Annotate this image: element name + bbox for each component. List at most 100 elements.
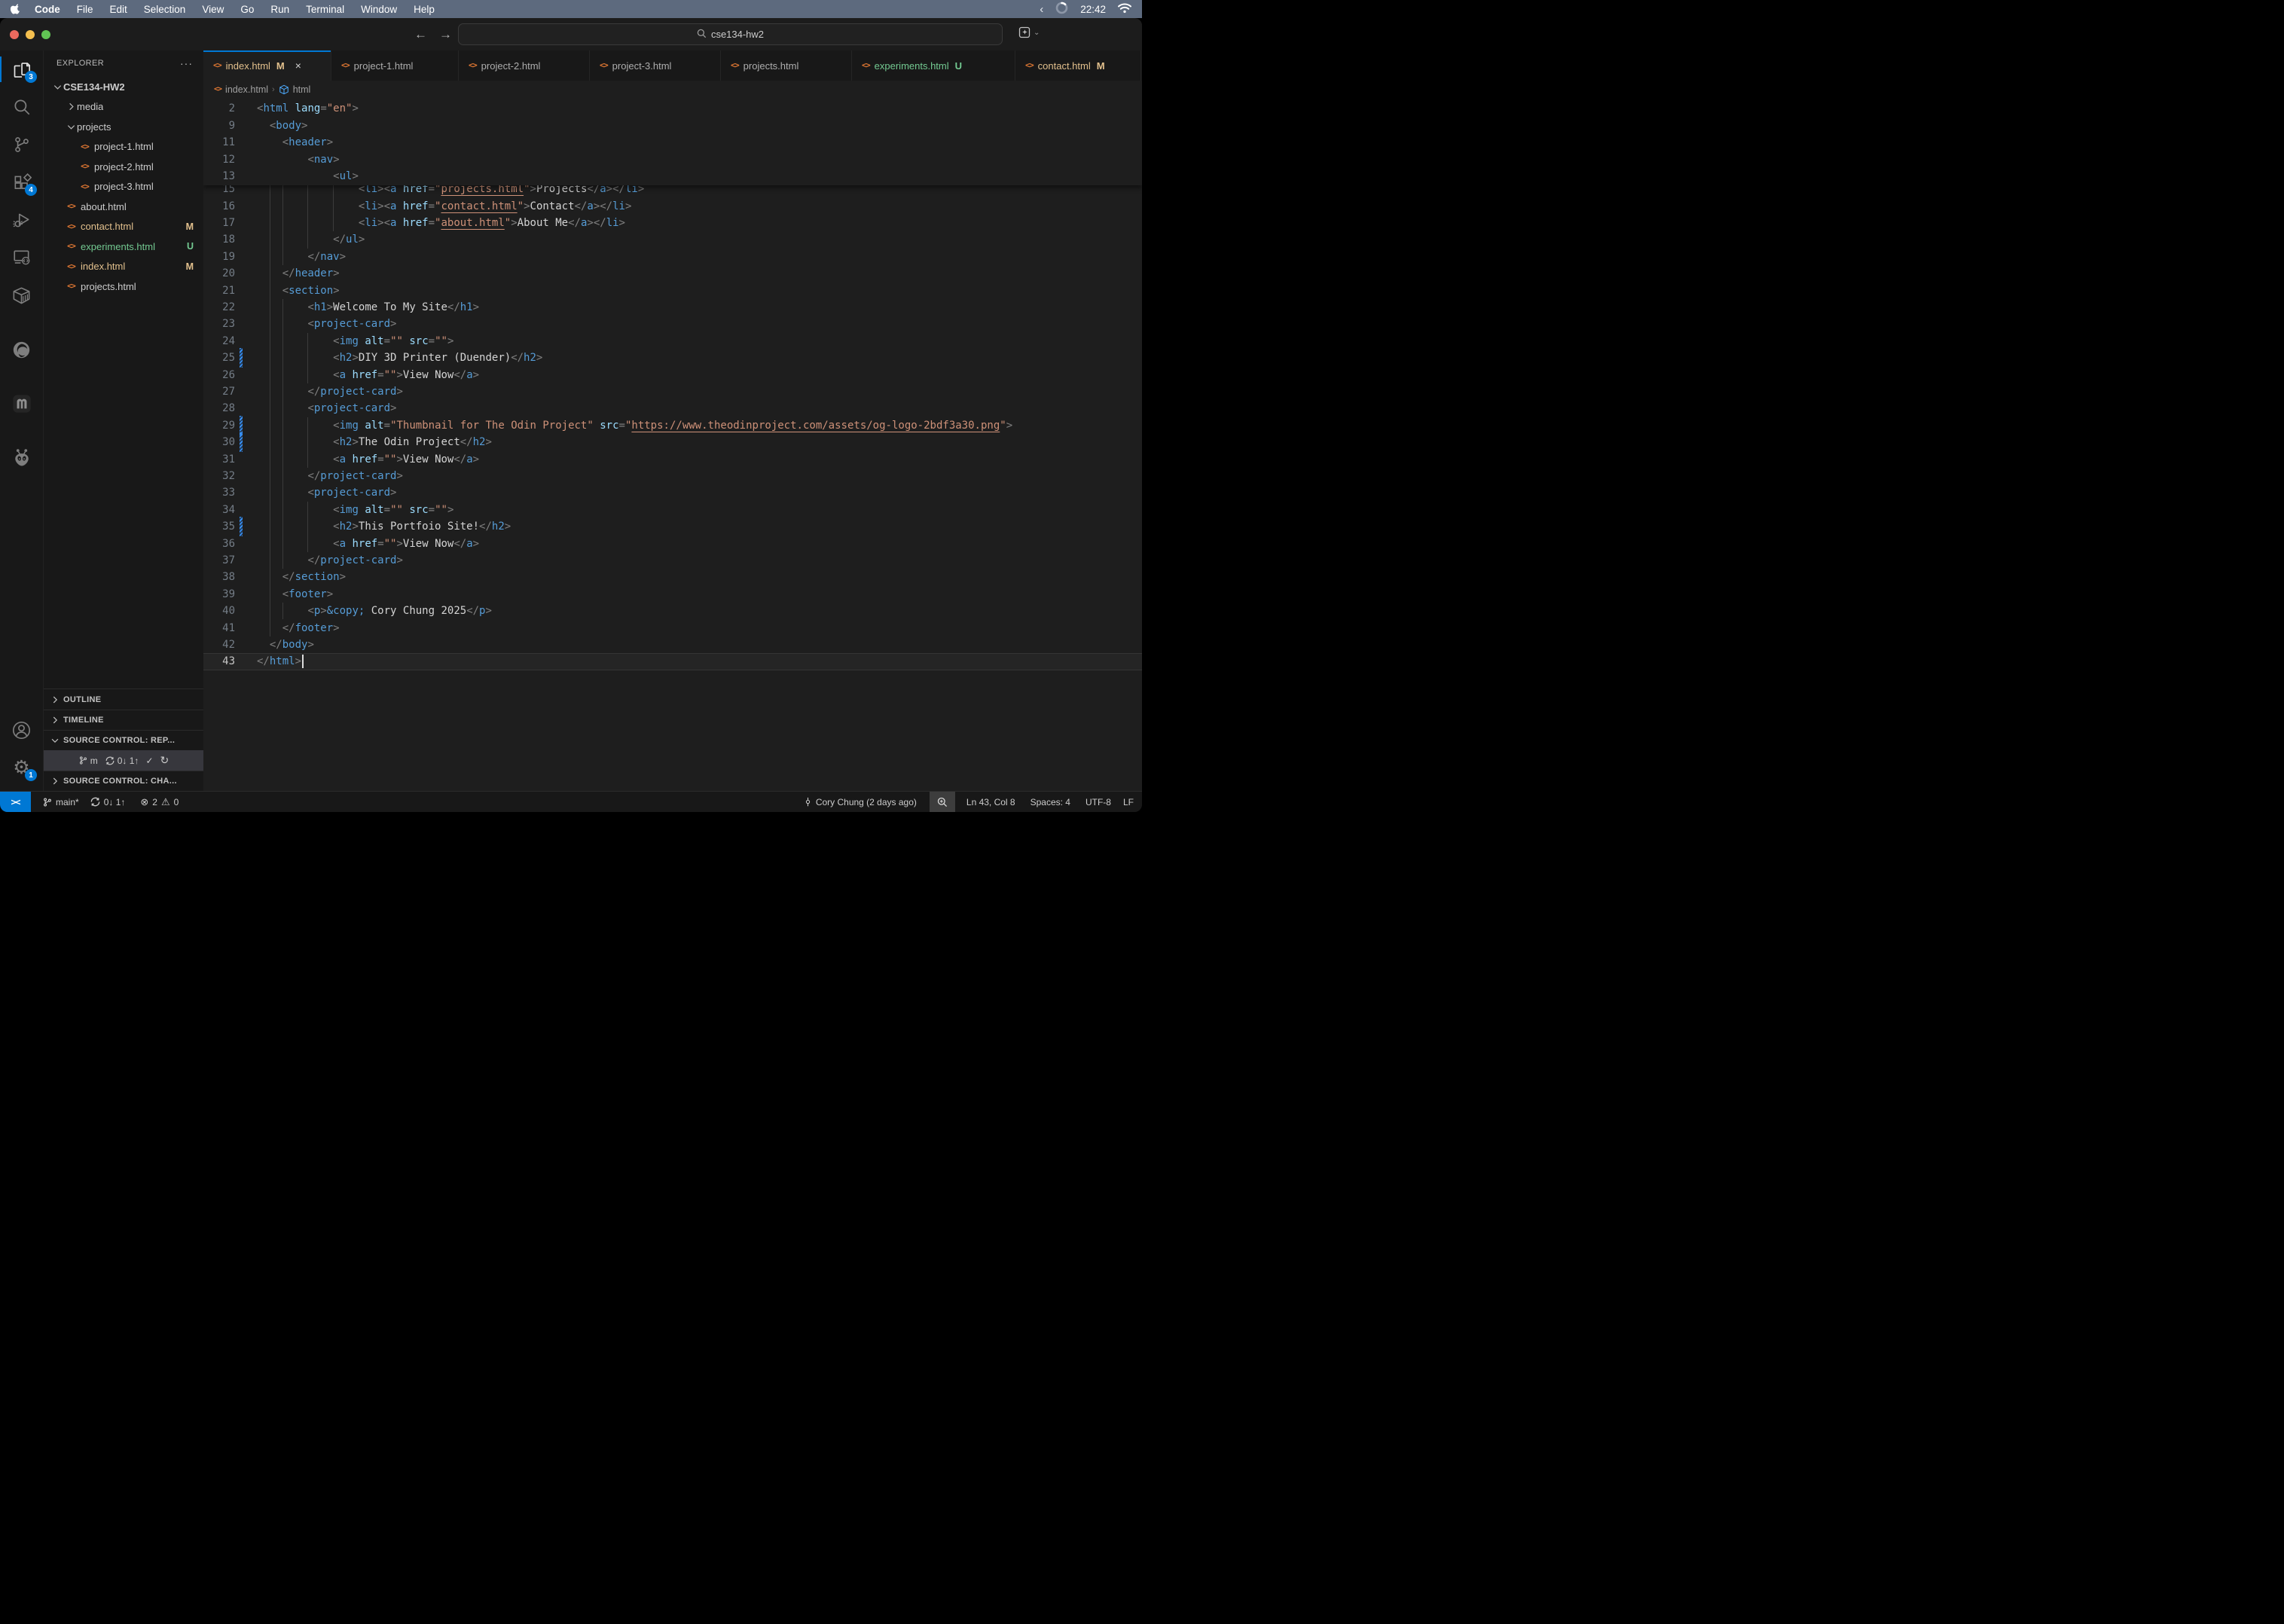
breadcrumb-file[interactable]: index.html [225, 84, 268, 95]
refresh-icon[interactable]: ↻ [160, 754, 169, 767]
explorer-activity-button[interactable]: 3 [0, 50, 43, 88]
edge-tools-activity-button[interactable] [0, 331, 43, 368]
tree-folder-media[interactable]: media [44, 97, 203, 118]
outline-section-header[interactable]: OUTLINE [44, 689, 203, 710]
sticky-line-11[interactable]: 11 <header> [203, 134, 1142, 151]
menu-item-view[interactable]: View [194, 4, 232, 15]
zoom-status-item[interactable] [930, 792, 955, 812]
bot-extension-activity-button[interactable] [0, 439, 43, 477]
tree-file-contact.html[interactable]: <>contact.htmlM [44, 217, 203, 237]
menubar-chevron-icon[interactable]: ‹ [1040, 3, 1043, 16]
code-line-33[interactable]: 33 <project-card> [203, 484, 1142, 501]
tab-project-2.html[interactable]: <>project-2.html [459, 50, 590, 81]
code-line-31[interactable]: 31 <a href="">View Now</a> [203, 450, 1142, 467]
code-line-19[interactable]: 19 </nav> [203, 249, 1142, 265]
run-debug-activity-button[interactable] [0, 201, 43, 239]
tree-folder-projects[interactable]: projects [44, 117, 203, 137]
code-line-29[interactable]: 29 <img alt="Thumbnail for The Odin Proj… [203, 417, 1142, 434]
code-line-20[interactable]: 20 </header> [203, 265, 1142, 282]
code-line-28[interactable]: 28 <project-card> [203, 400, 1142, 417]
code-line-30[interactable]: 30 <h2>The Odin Project</h2> [203, 434, 1142, 450]
cursor-position-item[interactable]: Ln 43, Col 8 [961, 792, 1021, 812]
scm-repository-row[interactable]: m 0↓ 1↑ ✓ ↻ [44, 750, 203, 771]
indentation-item[interactable]: Spaces: 4 [1025, 792, 1076, 812]
tree-file-project-1.html[interactable]: <>project-1.html [44, 137, 203, 157]
menu-item-code[interactable]: Code [26, 4, 69, 15]
breadcrumb-symbol[interactable]: html [293, 84, 311, 95]
tree-file-about.html[interactable]: <>about.html [44, 197, 203, 217]
command-center-search[interactable]: cse134-hw2 [458, 23, 1003, 45]
menu-item-file[interactable]: File [69, 4, 102, 15]
gitlens-blame-item[interactable]: Cory Chung (2 days ago) [798, 792, 922, 812]
code-line-17[interactable]: 17 <li><a href="about.html">About Me</a>… [203, 215, 1142, 231]
tab-project-1.html[interactable]: <>project-1.html [331, 50, 459, 81]
sync-status-item[interactable]: 0↓ 1↑ [84, 792, 131, 812]
tree-file-project-2.html[interactable]: <>project-2.html [44, 157, 203, 177]
code-line-38[interactable]: 38 </section> [203, 569, 1142, 585]
wifi-icon[interactable] [1118, 3, 1131, 16]
close-window-button[interactable] [10, 30, 19, 39]
code-line-39[interactable]: 39 <footer> [203, 586, 1142, 603]
tab-experiments.html[interactable]: <>experiments.htmlU [852, 50, 1015, 81]
tree-file-experiments.html[interactable]: <>experiments.htmlU [44, 237, 203, 257]
tree-file-project-3.html[interactable]: <>project-3.html [44, 177, 203, 197]
minimize-window-button[interactable] [26, 30, 35, 39]
code-editor[interactable]: 2<html lang="en">9 <body>11 <header>12 <… [203, 98, 1142, 791]
timeline-section-header[interactable]: TIMELINE [44, 710, 203, 730]
code-line-37[interactable]: 37 </project-card> [203, 552, 1142, 569]
scm-repositories-section-header[interactable]: SOURCE CONTROL: REP... [44, 730, 203, 750]
container-tools-activity-button[interactable] [0, 276, 43, 314]
code-line-32[interactable]: 32 </project-card> [203, 468, 1142, 484]
eol-item[interactable]: LF [1118, 792, 1139, 812]
sticky-line-9[interactable]: 9 <body> [203, 118, 1142, 135]
code-line-41[interactable]: 41 </footer> [203, 619, 1142, 636]
tab-contact.html[interactable]: <>contact.htmlM [1015, 50, 1141, 81]
menu-item-window[interactable]: Window [353, 4, 405, 15]
code-line-42[interactable]: 42 </body> [203, 636, 1142, 653]
settings-gear-button[interactable]: ⚙ 1 [0, 749, 43, 786]
code-line-26[interactable]: 26 <a href="">View Now</a> [203, 366, 1142, 383]
tab-project-3.html[interactable]: <>project-3.html [590, 50, 721, 81]
tree-file-projects.html[interactable]: <>projects.html [44, 276, 203, 297]
code-line-27[interactable]: 27 </project-card> [203, 383, 1142, 400]
sticky-line-12[interactable]: 12 <nav> [203, 151, 1142, 169]
code-line-40[interactable]: 40 <p>&copy; Cory Chung 2025</p> [203, 603, 1142, 619]
accounts-button[interactable] [0, 711, 43, 749]
code-line-43[interactable]: 43</html> [203, 653, 1142, 670]
extensions-activity-button[interactable]: 4 [0, 163, 43, 201]
menu-item-edit[interactable]: Edit [102, 4, 136, 15]
navigate-back-icon[interactable]: ← [414, 27, 427, 42]
menu-item-help[interactable]: Help [405, 4, 443, 15]
tree-folder-cse134-hw2[interactable]: CSE134-HW2 [44, 77, 203, 97]
code-line-24[interactable]: 24 <img alt="" src=""> [203, 333, 1142, 350]
apple-logo-icon[interactable] [11, 3, 22, 16]
sticky-line-2[interactable]: 2<html lang="en"> [203, 100, 1142, 118]
code-line-34[interactable]: 34 <img alt="" src=""> [203, 502, 1142, 518]
code-line-22[interactable]: 22 <h1>Welcome To My Site</h1> [203, 299, 1142, 316]
breadcrumb[interactable]: <> index.html › html [203, 81, 1142, 98]
close-tab-icon[interactable]: × [295, 60, 301, 72]
remote-explorer-activity-button[interactable] [0, 239, 43, 276]
problems-status-item[interactable]: ⊗ 2 ⚠ 0 [135, 792, 184, 812]
menu-item-run[interactable]: Run [262, 4, 298, 15]
zoom-window-button[interactable] [41, 30, 50, 39]
code-line-16[interactable]: 16 <li><a href="contact.html">Contact</a… [203, 197, 1142, 214]
customize-layout-button[interactable]: ⌄ [1018, 26, 1040, 39]
code-line-21[interactable]: 21 <section> [203, 282, 1142, 298]
encoding-item[interactable]: UTF-8 [1080, 792, 1116, 812]
code-line-23[interactable]: 23 <project-card> [203, 316, 1142, 332]
m-extension-activity-button[interactable] [0, 385, 43, 423]
menu-item-terminal[interactable]: Terminal [298, 4, 353, 15]
branch-status-item[interactable]: main* [37, 792, 84, 812]
remote-indicator[interactable]: >< [0, 792, 31, 813]
code-line-18[interactable]: 18 </ul> [203, 231, 1142, 248]
navigate-forward-icon[interactable]: → [439, 27, 452, 42]
explorer-actions-icon[interactable]: ··· [180, 57, 193, 69]
code-line-25[interactable]: 25 <h2>DIY 3D Printer (Duender)</h2> [203, 350, 1142, 366]
code-line-35[interactable]: 35 <h2>This Portfoio Site!</h2> [203, 518, 1142, 535]
search-activity-button[interactable] [0, 88, 43, 126]
menu-item-selection[interactable]: Selection [136, 4, 194, 15]
tab-index.html[interactable]: <>index.htmlM× [203, 50, 331, 81]
sticky-line-13[interactable]: 13 <ul> [203, 168, 1142, 185]
tab-projects.html[interactable]: <>projects.html [721, 50, 852, 81]
